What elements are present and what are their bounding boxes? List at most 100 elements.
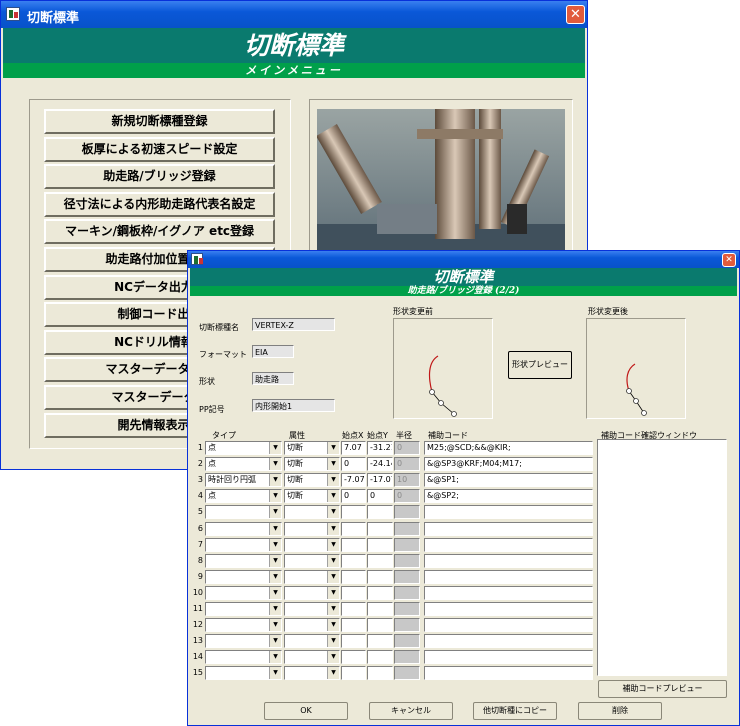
start-x-field[interactable] [341,634,366,649]
attr-select[interactable]: ▼ [284,505,340,520]
start-y-field[interactable] [367,618,393,633]
dropdown-arrow-icon[interactable]: ▼ [327,651,339,664]
dropdown-arrow-icon[interactable]: ▼ [269,651,281,664]
radius-field[interactable] [394,521,420,536]
dropdown-arrow-icon[interactable]: ▼ [269,506,281,519]
radius-field[interactable]: 0 [394,457,420,472]
start-y-field[interactable]: -17.07 [367,473,393,488]
start-y-field[interactable] [367,585,393,600]
aux-code-field[interactable] [424,569,593,584]
dropdown-arrow-icon[interactable]: ▼ [269,570,281,583]
cut-name-field[interactable]: VERTEX-Z [252,318,335,331]
start-x-field[interactable]: 0 [341,457,366,472]
radius-field[interactable] [394,585,420,600]
type-select[interactable]: 点 ▼ [205,457,282,472]
dropdown-arrow-icon[interactable]: ▼ [327,667,339,680]
attr-select[interactable]: ▼ [284,634,340,649]
aux-code-field[interactable] [424,666,593,681]
attr-select[interactable]: ▼ [284,585,340,600]
start-x-field[interactable]: 0 [341,489,366,504]
radius-field[interactable] [394,505,420,520]
start-x-field[interactable] [341,585,366,600]
radius-field[interactable] [394,537,420,552]
type-select[interactable]: ▼ [205,618,282,633]
menu-button-1[interactable]: 新規切断標種登録 [44,109,275,134]
copy-to-other-button[interactable]: 他切断種にコピー [473,702,557,720]
radius-field[interactable]: 0 [394,441,420,455]
start-x-field[interactable]: 7.07 [341,441,366,455]
dropdown-arrow-icon[interactable]: ▼ [327,490,339,503]
type-select[interactable]: ▼ [205,505,282,520]
start-y-field[interactable]: -24.14 [367,457,393,472]
aux-code-field[interactable] [424,585,593,600]
aux-code-preview-button[interactable]: 補助コードプレビュー [598,680,727,698]
dropdown-arrow-icon[interactable]: ▼ [269,474,281,487]
radius-field[interactable] [394,602,420,616]
aux-code-field[interactable]: &@SP2; [424,489,593,504]
start-y-field[interactable]: 0 [367,489,393,504]
dropdown-arrow-icon[interactable]: ▼ [327,538,339,551]
attr-select[interactable]: 切断 ▼ [284,457,340,472]
dropdown-arrow-icon[interactable]: ▼ [327,554,339,567]
start-x-field[interactable] [341,569,366,584]
type-select[interactable]: ▼ [205,585,282,600]
start-y-field[interactable]: -31.21 [367,441,393,455]
start-x-field[interactable] [341,618,366,633]
attr-select[interactable]: ▼ [284,666,340,681]
start-x-field[interactable] [341,521,366,536]
dropdown-arrow-icon[interactable]: ▼ [327,474,339,487]
radius-field[interactable] [394,650,420,665]
attr-select[interactable]: ▼ [284,537,340,552]
radius-field[interactable] [394,569,420,584]
aux-code-field[interactable]: &@SP3@KRF;M04;M17; [424,457,593,472]
main-close-button[interactable]: ✕ [566,5,585,24]
start-y-field[interactable] [367,569,393,584]
aux-code-field[interactable] [424,634,593,649]
dropdown-arrow-icon[interactable]: ▼ [327,442,339,454]
start-y-field[interactable] [367,505,393,520]
start-y-field[interactable] [367,634,393,649]
type-select[interactable]: 点 ▼ [205,489,282,504]
type-select[interactable]: ▼ [205,602,282,616]
type-select[interactable]: ▼ [205,537,282,552]
dropdown-arrow-icon[interactable]: ▼ [269,635,281,648]
type-select[interactable]: ▼ [205,634,282,649]
start-x-field[interactable] [341,650,366,665]
menu-button-2[interactable]: 板厚による初速スピード設定 [44,136,275,162]
dropdown-arrow-icon[interactable]: ▼ [269,619,281,632]
type-select[interactable]: 点 ▼ [205,441,282,455]
radius-field[interactable] [394,666,420,681]
start-y-field[interactable] [367,650,393,665]
attr-select[interactable]: 切断 ▼ [284,473,340,488]
start-x-field[interactable] [341,505,366,520]
start-x-field[interactable] [341,666,366,681]
menu-button-3[interactable]: 助走路/ブリッジ登録 [44,164,275,190]
attr-select[interactable]: 切断 ▼ [284,441,340,455]
sub-close-button[interactable]: ✕ [722,253,736,267]
dropdown-arrow-icon[interactable]: ▼ [327,458,339,471]
sub-title-bar[interactable]: ✕ [188,251,739,268]
dropdown-arrow-icon[interactable]: ▼ [269,442,281,454]
start-y-field[interactable] [367,537,393,552]
aux-code-field[interactable] [424,650,593,665]
dropdown-arrow-icon[interactable]: ▼ [269,538,281,551]
start-x-field[interactable] [341,537,366,552]
attr-select[interactable]: ▼ [284,618,340,633]
radius-field[interactable] [394,618,420,633]
dropdown-arrow-icon[interactable]: ▼ [269,490,281,503]
attr-select[interactable]: ▼ [284,553,340,568]
attr-select[interactable]: ▼ [284,569,340,584]
type-select[interactable]: ▼ [205,521,282,536]
start-x-field[interactable]: -7.07 [341,473,366,488]
type-select[interactable]: 時計回り円弧 ▼ [205,473,282,488]
pp-field[interactable]: 内形開始1 [252,399,335,412]
format-field[interactable]: EIA [252,345,294,358]
type-select[interactable]: ▼ [205,553,282,568]
aux-code-field[interactable] [424,553,593,568]
attr-select[interactable]: 切断 ▼ [284,489,340,504]
start-y-field[interactable] [367,553,393,568]
shape-preview-button[interactable]: 形状プレビュー [508,351,572,379]
dropdown-arrow-icon[interactable]: ▼ [327,603,339,615]
aux-code-field[interactable] [424,505,593,520]
attr-select[interactable]: ▼ [284,650,340,665]
